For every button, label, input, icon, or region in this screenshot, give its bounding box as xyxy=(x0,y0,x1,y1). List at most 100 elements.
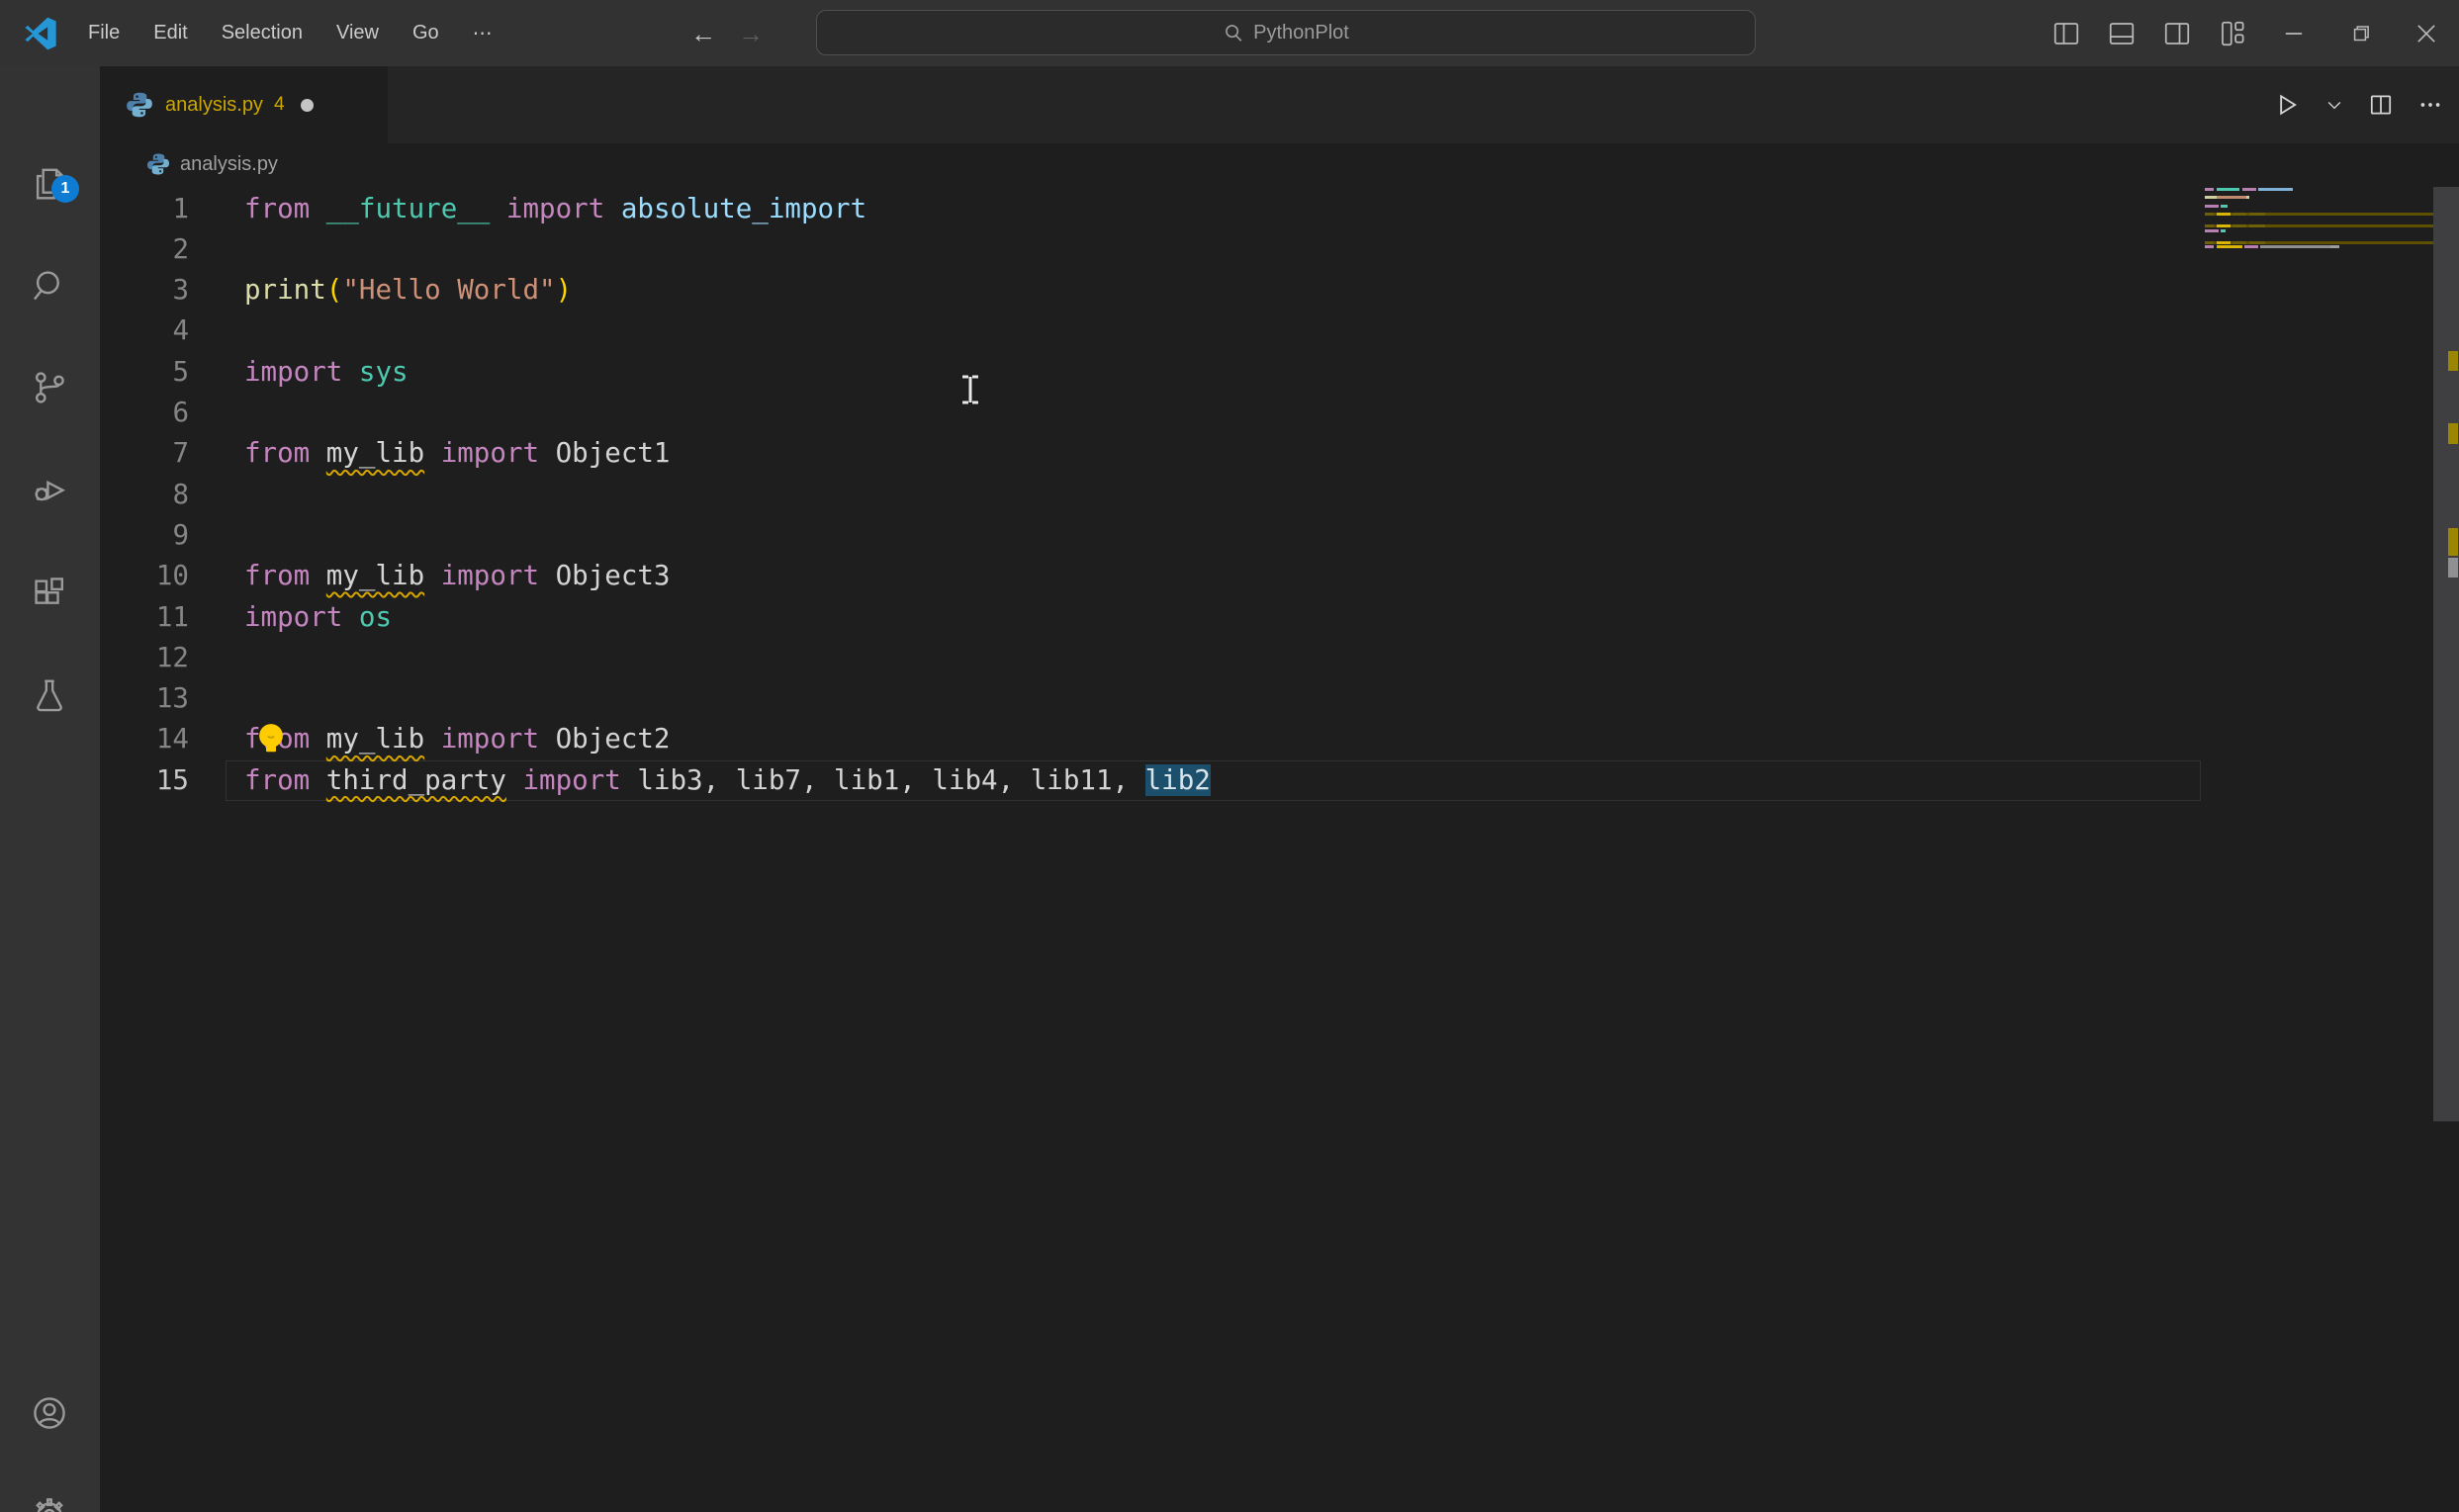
code-token: third_party xyxy=(326,764,506,796)
back-arrow-icon[interactable]: ← xyxy=(690,21,716,46)
menu-file[interactable]: File xyxy=(71,14,137,52)
tab-modified-dot-icon[interactable] xyxy=(301,99,314,112)
breadcrumb[interactable]: analysis.py xyxy=(100,143,2459,185)
code-token: import xyxy=(424,723,555,755)
code-editor[interactable]: 1from __future__ import absolute_import2… xyxy=(100,185,2459,1512)
extensions-button[interactable] xyxy=(31,575,68,612)
code-line[interactable]: 3print("Hello World") xyxy=(100,270,2459,311)
line-number: 8 xyxy=(100,475,189,515)
code-token: absolute_import xyxy=(621,193,866,224)
code-token: import xyxy=(490,193,620,224)
code-token: import xyxy=(424,437,555,469)
run-button[interactable] xyxy=(2273,91,2301,119)
settings-button[interactable] xyxy=(31,1496,68,1512)
menu-go[interactable]: Go xyxy=(396,14,456,52)
overview-ruler-warning-mark xyxy=(2448,528,2458,556)
minimize-button[interactable] xyxy=(2260,0,2326,66)
code-line[interactable]: 10 from my_lib import Object3 xyxy=(100,556,2459,596)
toggle-panel-button[interactable] xyxy=(2094,0,2149,66)
minimap-line xyxy=(2205,224,2436,227)
code-token: Object2 xyxy=(556,723,671,755)
explorer-badge: 1 xyxy=(51,175,79,203)
code-line[interactable]: 4 xyxy=(100,311,2459,351)
selected-text: lib2 xyxy=(1145,764,1211,796)
split-editor-button[interactable] xyxy=(2368,92,2394,118)
code-token: ( xyxy=(326,274,343,306)
line-number: 1 xyxy=(100,189,189,229)
code-token: from xyxy=(244,764,326,796)
minimap-segment xyxy=(2232,224,2246,227)
minimap-segment xyxy=(2217,241,2231,244)
code-line[interactable]: 6 xyxy=(100,393,2459,433)
lightbulb-icon[interactable] xyxy=(256,722,286,759)
close-icon xyxy=(2413,20,2440,47)
code-line[interactable]: 7from my_lib import Object1 xyxy=(100,433,2459,474)
run-and-debug-button[interactable] xyxy=(31,471,68,508)
tab-analysis-py[interactable]: analysis.py 4 xyxy=(100,66,388,143)
history-navigation: ← → xyxy=(690,0,764,66)
code-line[interactable]: 15from third_party import lib3, lib7, li… xyxy=(100,760,2459,801)
line-number: 6 xyxy=(100,393,189,433)
code-line[interactable]: 11import os xyxy=(100,597,2459,638)
extensions-icon xyxy=(31,575,68,612)
scrollbar-slider[interactable] xyxy=(2433,187,2459,1121)
minimize-icon xyxy=(2280,20,2308,47)
code-line[interactable]: 13 xyxy=(100,678,2459,719)
code-token: lib3, lib7, lib1, lib4, lib11, xyxy=(637,764,1144,796)
minimap-segment xyxy=(2232,241,2246,244)
minimap-segment xyxy=(2249,213,2265,216)
code-line[interactable]: 2 xyxy=(100,229,2459,270)
accounts-button[interactable] xyxy=(31,1394,68,1432)
restore-button[interactable] xyxy=(2326,0,2393,66)
minimap-segment xyxy=(2205,245,2214,248)
minimap-line xyxy=(2205,229,2436,232)
layout-sidebar-left-icon xyxy=(2051,19,2081,48)
code-token: __future__ xyxy=(326,193,491,224)
gear-icon xyxy=(31,1496,68,1512)
minimap-segment xyxy=(2205,196,2217,199)
code-token: my_lib xyxy=(326,560,424,591)
minimap[interactable] xyxy=(2205,188,2436,445)
toggle-secondary-sidebar-button[interactable] xyxy=(2149,0,2205,66)
menu-selection[interactable]: Selection xyxy=(205,14,319,52)
code-line[interactable]: 1 from __future__ import absolute_import xyxy=(100,189,2459,229)
testing-button[interactable] xyxy=(31,676,68,714)
code-line[interactable]: 5import sys xyxy=(100,352,2459,393)
code-line-text: from __future__ import absolute_import xyxy=(244,189,866,229)
restore-icon xyxy=(2347,21,2373,46)
code-token: import xyxy=(506,764,637,796)
vertical-scrollbar[interactable] xyxy=(2433,185,2459,1512)
close-window-button[interactable] xyxy=(2393,0,2459,66)
minimap-line xyxy=(2205,188,2436,191)
code-line[interactable]: 8 xyxy=(100,475,2459,515)
menu-more-icon[interactable]: ⋯ xyxy=(456,13,509,53)
command-center-search[interactable]: PythonPlot xyxy=(816,10,1756,55)
overview-ruler-warning-mark xyxy=(2448,423,2458,444)
line-number: 12 xyxy=(100,638,189,678)
search-view-button[interactable] xyxy=(31,267,68,305)
code-line-text: import os xyxy=(244,597,392,638)
code-line[interactable]: 14from my_lib import Object2 xyxy=(100,719,2459,759)
python-file-icon xyxy=(126,91,153,119)
mouse-ibeam-cursor xyxy=(959,374,981,405)
menu-edit[interactable]: Edit xyxy=(137,14,204,52)
code-token: import xyxy=(424,560,555,591)
forward-arrow-icon[interactable]: → xyxy=(738,21,764,46)
line-number: 5 xyxy=(100,352,189,393)
more-actions-button[interactable] xyxy=(2417,92,2443,118)
breadcrumb-file[interactable]: analysis.py xyxy=(180,153,278,176)
minimap-segment xyxy=(2217,245,2242,248)
line-number: 10 xyxy=(100,556,189,596)
source-control-button[interactable] xyxy=(31,369,68,406)
code-token: os xyxy=(359,601,392,633)
code-line-text: from third_party import lib3, lib7, lib1… xyxy=(244,760,1211,801)
minimap-segment xyxy=(2221,205,2228,208)
customize-layout-button[interactable] xyxy=(2205,0,2260,66)
code-line-text: from my_lib import Object3 xyxy=(244,556,671,596)
code-line[interactable]: 12 xyxy=(100,638,2459,678)
menu-view[interactable]: View xyxy=(319,14,396,52)
run-dropdown-chevron-icon[interactable] xyxy=(2324,95,2344,115)
code-line-text: from my_lib import Object2 xyxy=(244,719,671,759)
code-line[interactable]: 9 xyxy=(100,515,2459,556)
toggle-primary-sidebar-button[interactable] xyxy=(2039,0,2094,66)
